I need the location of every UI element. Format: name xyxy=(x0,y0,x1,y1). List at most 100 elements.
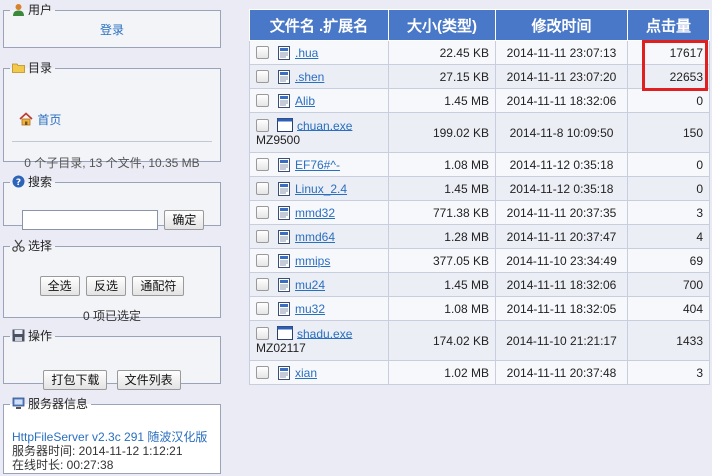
file-time-cell: 2014-11-11 20:37:48 xyxy=(495,360,628,385)
table-row[interactable]: mmips 377.05 KB 2014-11-10 23:34:49 69 xyxy=(249,248,710,273)
table-row[interactable]: shadu.exe MZ02117 174.02 KB 2014-11-10 21:2… xyxy=(249,320,710,361)
table-row[interactable]: .shen 27.15 KB 2014-11-11 23:07:20 22653 xyxy=(249,64,710,89)
file-icon xyxy=(278,277,290,292)
file-list-button[interactable]: 文件列表 xyxy=(116,370,181,390)
file-note: MZ02117 xyxy=(256,341,306,356)
file-icon xyxy=(278,365,290,380)
search-go-button[interactable]: 确定 xyxy=(164,210,205,230)
row-checkbox[interactable] xyxy=(256,230,269,244)
file-link[interactable]: Alib xyxy=(295,94,315,108)
directory-legend: 目录 xyxy=(10,60,55,76)
row-checkbox[interactable] xyxy=(256,254,269,268)
file-hits-cell: 1433 xyxy=(627,320,710,361)
table-row[interactable]: mmd32 771.38 KB 2014-11-11 20:37:35 3 xyxy=(249,200,710,225)
file-time-cell: 2014-11-11 23:07:13 xyxy=(495,40,628,65)
mask-select-button[interactable]: 通配符 xyxy=(132,276,185,296)
file-time-cell: 2014-11-10 21:21:17 xyxy=(495,320,628,361)
file-link[interactable]: mmd64 xyxy=(295,230,335,244)
table-row[interactable]: chuan.exe MZ9500 199.02 KB 2014-11-8 10:09:… xyxy=(249,112,710,153)
search-legend: ? 搜索 xyxy=(10,174,55,190)
selection-legend: 选择 xyxy=(10,238,55,254)
file-name-cell: shadu.exe MZ02117 xyxy=(249,320,389,361)
row-checkbox[interactable] xyxy=(256,118,269,132)
row-checkbox[interactable] xyxy=(256,158,269,172)
file-link[interactable]: mmd32 xyxy=(295,206,335,220)
table-row[interactable]: mu32 1.08 MB 2014-11-11 18:32:05 404 xyxy=(249,296,710,321)
file-hits-cell: 3 xyxy=(627,200,710,225)
file-size-cell: 1.28 MB xyxy=(388,224,496,249)
file-size-cell: 1.45 MB xyxy=(388,176,496,201)
file-time-cell: 2014-11-11 18:32:06 xyxy=(495,88,628,113)
file-name-cell: mmips xyxy=(249,248,389,273)
file-icon xyxy=(278,253,290,268)
row-checkbox[interactable] xyxy=(256,94,269,108)
directory-panel: 目录 首页 0 个子目录, 13 个文件, 10.35 MB xyxy=(3,60,221,170)
file-table-header: 文件名 .扩展名 大小(类型) 修改时间 点击量 xyxy=(249,9,710,41)
file-link[interactable]: mu24 xyxy=(295,278,325,292)
selection-panel: 选择 全选 反选 通配符 0 项已选定 xyxy=(3,238,221,323)
row-checkbox[interactable] xyxy=(256,366,269,380)
archive-download-button[interactable]: 打包下载 xyxy=(43,370,108,390)
file-icon xyxy=(278,69,290,84)
table-row[interactable]: Alib 1.45 MB 2014-11-11 18:32:06 0 xyxy=(249,88,710,113)
table-row[interactable]: EF76#^- 1.08 MB 2014-11-12 0:35:18 0 xyxy=(249,152,710,177)
server-info-legend: 服务器信息 xyxy=(10,396,91,412)
file-size-cell: 22.45 KB xyxy=(388,40,496,65)
server-icon xyxy=(12,397,25,409)
table-row[interactable]: xian 1.02 MB 2014-11-11 20:37:48 3 xyxy=(249,360,710,385)
select-all-button[interactable]: 全选 xyxy=(39,276,80,296)
directory-summary: 0 个子目录, 13 个文件, 10.35 MB xyxy=(24,156,200,170)
scissors-icon xyxy=(12,239,25,252)
file-icon xyxy=(278,93,290,108)
file-size-cell: 199.02 KB xyxy=(388,112,496,153)
table-row[interactable]: mu24 1.45 MB 2014-11-11 18:32:06 700 xyxy=(249,272,710,297)
file-size-cell: 174.02 KB xyxy=(388,320,496,361)
table-row[interactable]: mmd64 1.28 MB 2014-11-11 20:37:47 4 xyxy=(249,224,710,249)
help-icon: ? xyxy=(12,175,25,188)
file-link[interactable]: .hua xyxy=(295,46,318,60)
column-header-name[interactable]: 文件名 .扩展名 xyxy=(249,9,389,41)
file-hits-cell: 3 xyxy=(627,360,710,385)
file-link[interactable]: .shen xyxy=(295,70,324,84)
user-icon xyxy=(13,4,24,16)
invert-selection-button[interactable]: 反选 xyxy=(85,276,126,296)
table-row[interactable]: .hua 22.45 KB 2014-11-11 23:07:13 17617 xyxy=(249,40,710,65)
row-checkbox[interactable] xyxy=(256,302,269,316)
search-input[interactable] xyxy=(22,210,158,230)
server-version-link[interactable]: HttpFileServer v2.3c 291 随波汉化版 xyxy=(12,430,207,444)
file-name-cell: .hua xyxy=(249,40,389,65)
row-checkbox[interactable] xyxy=(256,326,269,340)
column-header-time[interactable]: 修改时间 xyxy=(495,9,628,41)
file-size-cell: 771.38 KB xyxy=(388,200,496,225)
file-link[interactable]: mmips xyxy=(295,254,330,268)
hits-highlight-box xyxy=(642,40,708,91)
home-link[interactable]: 首页 xyxy=(37,113,61,127)
row-checkbox[interactable] xyxy=(256,46,269,60)
file-hits-cell: 0 xyxy=(627,152,710,177)
file-time-cell: 2014-11-11 18:32:06 xyxy=(495,272,628,297)
row-checkbox[interactable] xyxy=(256,70,269,84)
login-link[interactable]: 登录 xyxy=(100,23,124,37)
row-checkbox[interactable] xyxy=(256,182,269,196)
svg-text:?: ? xyxy=(16,178,21,188)
file-hits-cell: 0 xyxy=(627,176,710,201)
file-link[interactable]: shadu.exe xyxy=(297,326,352,340)
column-header-size[interactable]: 大小(类型) xyxy=(388,9,496,41)
file-link[interactable]: mu32 xyxy=(295,302,325,316)
file-time-cell: 2014-11-12 0:35:18 xyxy=(495,152,628,177)
exe-icon xyxy=(277,326,293,341)
file-link[interactable]: chuan.exe xyxy=(297,118,352,132)
file-time-cell: 2014-11-10 23:34:49 xyxy=(495,248,628,273)
table-row[interactable]: Linux_2.4 1.45 MB 2014-11-12 0:35:18 0 xyxy=(249,176,710,201)
file-size-cell: 1.02 MB xyxy=(388,360,496,385)
file-link[interactable]: xian xyxy=(295,366,317,380)
file-link[interactable]: EF76#^- xyxy=(295,158,340,172)
file-link[interactable]: Linux_2.4 xyxy=(295,182,347,196)
file-icon xyxy=(278,45,290,60)
file-size-cell: 1.08 MB xyxy=(388,296,496,321)
file-note: MZ9500 xyxy=(256,133,301,148)
row-checkbox[interactable] xyxy=(256,278,269,292)
row-checkbox[interactable] xyxy=(256,206,269,220)
column-header-hits[interactable]: 点击量 xyxy=(627,9,710,41)
server-uptime: 在线时长: 00:27:38 xyxy=(12,458,114,472)
